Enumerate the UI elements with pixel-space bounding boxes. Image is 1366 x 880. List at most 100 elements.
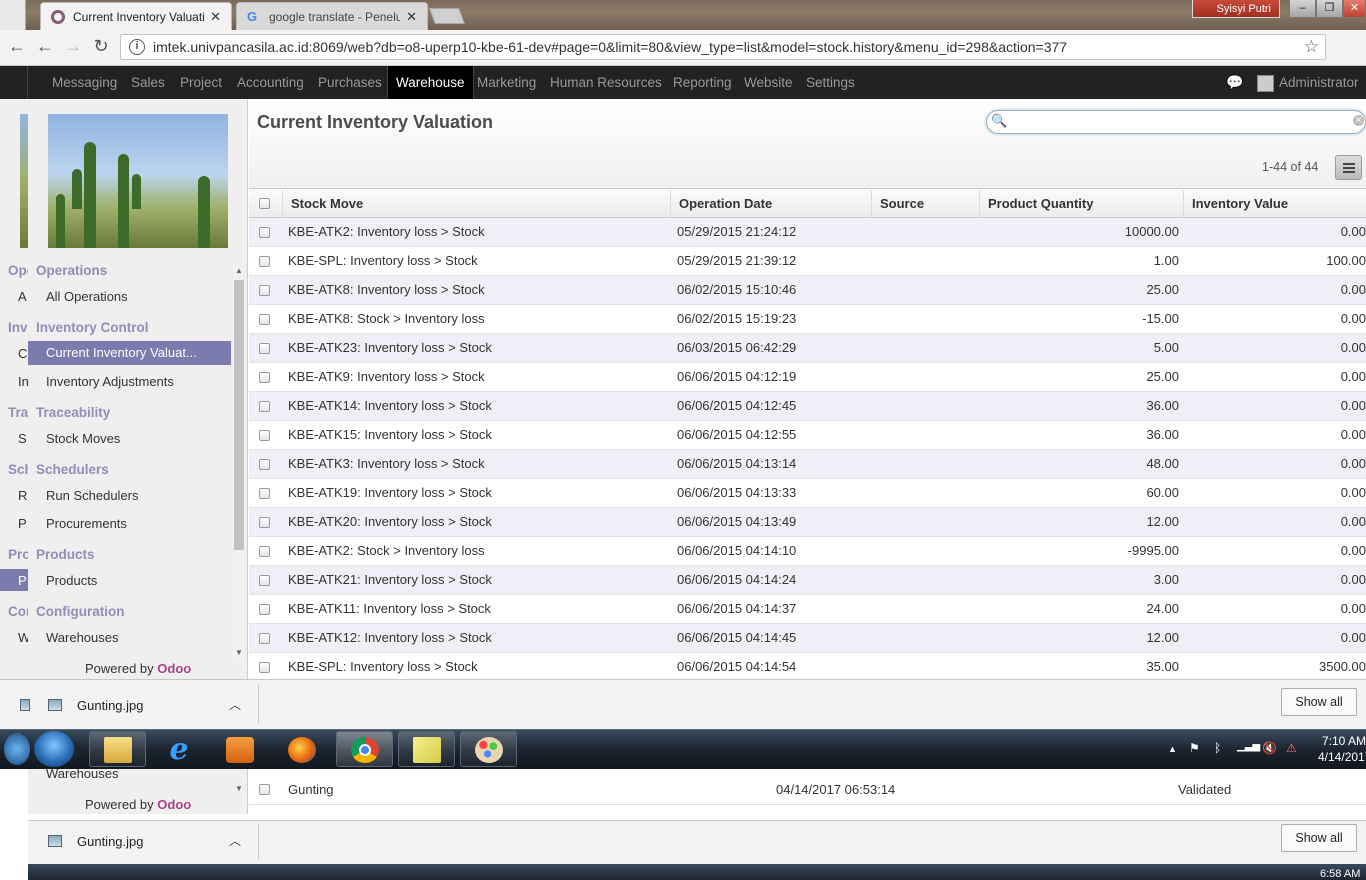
row-checkbox[interactable] (259, 517, 270, 528)
avatar[interactable] (1257, 75, 1274, 92)
row-checkbox[interactable] (259, 343, 270, 354)
row-checkbox[interactable] (259, 256, 270, 267)
taskbar-firefox[interactable] (273, 731, 330, 767)
new-tab-button[interactable] (429, 8, 465, 24)
chat-icon[interactable]: 💬 (1226, 74, 1243, 91)
company-logo-image[interactable] (48, 114, 228, 248)
tab-google-translate[interactable]: G google translate - Penelu ✕ (236, 2, 428, 30)
table-row[interactable]: KBE-ATK19: Inventory loss > Stock 06/06/2… (249, 479, 1366, 508)
sidebar-item-stock-moves[interactable]: Stock Moves (46, 431, 120, 446)
action-center-icon[interactable]: ⚑ (1189, 741, 1200, 755)
table-row[interactable]: KBE-ATK20: Inventory loss > Stock 06/06/2… (249, 508, 1366, 537)
column-product-quantity[interactable]: Product Quantity (979, 190, 1184, 218)
row-checkbox[interactable] (259, 604, 270, 615)
row-checkbox[interactable] (259, 633, 270, 644)
show-hidden-icons-arrow[interactable]: ▲ (1168, 744, 1177, 754)
row-checkbox[interactable] (259, 285, 270, 296)
site-info-icon[interactable]: i (129, 39, 145, 55)
search-input[interactable] (986, 110, 1366, 134)
forward-button-icon[interactable]: → (62, 36, 84, 57)
start-button-icon[interactable] (34, 731, 74, 767)
taskbar-chrome[interactable] (336, 731, 393, 767)
system-clock[interactable]: 7:10 AM 4/14/2017 (1318, 733, 1366, 765)
close-tab-icon[interactable]: ✕ (406, 9, 417, 25)
row-checkbox[interactable] (259, 459, 270, 470)
menu-messaging[interactable]: Messaging (44, 66, 125, 99)
table-row[interactable]: KBE-ATK23: Inventory loss > Stock 06/03/2… (249, 334, 1366, 363)
sidebar-item-products[interactable]: Products (46, 573, 97, 588)
sidebar-item-procurements[interactable]: Procurements (46, 516, 127, 531)
back-arrow-icon[interactable]: ← (6, 36, 28, 57)
menu-accounting[interactable]: Accounting (229, 66, 312, 99)
row-checkbox[interactable] (259, 662, 270, 673)
chevron-up-icon[interactable]: ︿ (229, 696, 241, 713)
column-inventory-value[interactable]: Inventory Value (1183, 190, 1366, 218)
restore-window-button[interactable]: ❐ (1316, 0, 1343, 18)
menu-human-resources[interactable]: Human Resources (542, 66, 670, 99)
taskbar-paint[interactable] (460, 731, 517, 767)
scroll-up-arrow-icon[interactable]: ▲ (235, 266, 243, 275)
browser-tab-clipped[interactable] (0, 0, 26, 30)
taskbar-ie[interactable]: e (150, 731, 207, 767)
menu-settings[interactable]: Settings (798, 66, 863, 99)
row-checkbox[interactable] (259, 372, 270, 383)
sidebar-scroll-thumb[interactable] (234, 280, 244, 550)
menu-reporting[interactable]: Reporting (665, 66, 740, 99)
table-row[interactable]: KBE-ATK15: Inventory loss > Stock 06/06/2… (249, 421, 1366, 450)
table-row[interactable]: KBE-ATK8: Stock > Inventory loss 06/02/20… (249, 305, 1366, 334)
menu-marketing[interactable]: Marketing (469, 66, 544, 99)
row-checkbox[interactable] (259, 227, 270, 238)
network-error-icon[interactable]: ⚠ (1286, 741, 1297, 755)
download-filename[interactable]: Gunting.jpg (77, 698, 144, 713)
sidebar-item-current-inventory-valuation[interactable]: Current Inventory Valuat... (28, 341, 231, 365)
volume-muted-icon[interactable]: 🔇 (1262, 741, 1277, 755)
table-row[interactable]: KBE-ATK12: Inventory loss > Stock 06/06/2… (249, 624, 1366, 653)
back-button-icon[interactable]: ← (34, 36, 56, 57)
taskbar-media-player[interactable] (211, 731, 268, 767)
show-all-downloads-button[interactable]: Show all (1281, 688, 1357, 716)
minimize-window-button[interactable]: – (1289, 0, 1316, 18)
table-row[interactable]: KBE-ATK21: Inventory loss > Stock 06/06/2… (249, 566, 1366, 595)
select-all-checkbox[interactable] (259, 198, 270, 209)
menu-sales[interactable]: Sales (123, 66, 173, 99)
sidebar-item-warehouses[interactable]: Warehouses (46, 630, 119, 645)
menu-purchases[interactable]: Purchases (310, 66, 390, 99)
column-stock-move[interactable]: Stock Move (282, 190, 672, 218)
reload-icon[interactable]: ↻ (90, 36, 112, 57)
table-row[interactable]: KBE-ATK8: Inventory loss > Stock 06/02/20… (249, 276, 1366, 305)
scroll-down-arrow-icon[interactable]: ▼ (235, 648, 243, 657)
menu-project[interactable]: Project (172, 66, 230, 99)
menu-warehouse[interactable]: Warehouse (387, 66, 474, 99)
list-view-button[interactable] (1335, 155, 1362, 180)
table-row[interactable]: KBE-ATK2: Stock > Inventory loss 06/06/20… (249, 537, 1366, 566)
menu-website[interactable]: Website (736, 66, 801, 99)
user-menu[interactable]: Administrator (1279, 66, 1359, 99)
address-bar[interactable]: i imtek.univpancasila.ac.id:8069/web?db=… (120, 34, 1326, 60)
sidebar-item-inventory-adjustments[interactable]: Inventory Adjustments (46, 374, 174, 389)
table-row[interactable]: KBE-SPL: Inventory loss > Stock 06/06/201… (249, 653, 1366, 682)
taskbar-explorer[interactable] (89, 731, 146, 767)
sidebar-item-run-schedulers[interactable]: Run Schedulers (46, 488, 139, 503)
odoo-brand-link[interactable]: Odoo (157, 661, 191, 676)
table-row[interactable]: KBE-ATK14: Inventory loss > Stock 06/06/2… (249, 392, 1366, 421)
sidebar-item-all-operations[interactable]: All Operations (46, 289, 128, 304)
signal-icon[interactable]: ▁▃▅ (1237, 741, 1260, 752)
bluetooth-icon[interactable]: ᛒ (1214, 741, 1221, 755)
row-checkbox[interactable] (259, 314, 270, 325)
taskbar-sticky-notes[interactable] (398, 731, 455, 767)
tab-current-inventory[interactable]: Current Inventory Valuati ✕ (40, 2, 232, 30)
table-row[interactable]: KBE-SPL: Inventory loss > Stock 05/29/201… (249, 247, 1366, 276)
table-row[interactable]: KBE-ATK3: Inventory loss > Stock 06/06/20… (249, 450, 1366, 479)
row-checkbox[interactable] (259, 575, 270, 586)
row-checkbox[interactable] (259, 401, 270, 412)
table-row[interactable]: KBE-ATK9: Inventory loss > Stock 06/06/20… (249, 363, 1366, 392)
browser-profile-chip[interactable]: Syisyi Putri (1192, 0, 1280, 18)
row-checkbox[interactable] (259, 546, 270, 557)
close-tab-icon[interactable]: ✕ (210, 9, 221, 25)
column-operation-date[interactable]: Operation Date (670, 190, 872, 218)
row-checkbox[interactable] (259, 430, 270, 441)
close-window-button[interactable]: ✕ (1343, 0, 1366, 18)
column-source[interactable]: Source (871, 190, 981, 218)
bookmark-star-icon[interactable]: ☆ (1304, 37, 1319, 57)
table-row[interactable]: KBE-ATK11: Inventory loss > Stock 06/06/2… (249, 595, 1366, 624)
